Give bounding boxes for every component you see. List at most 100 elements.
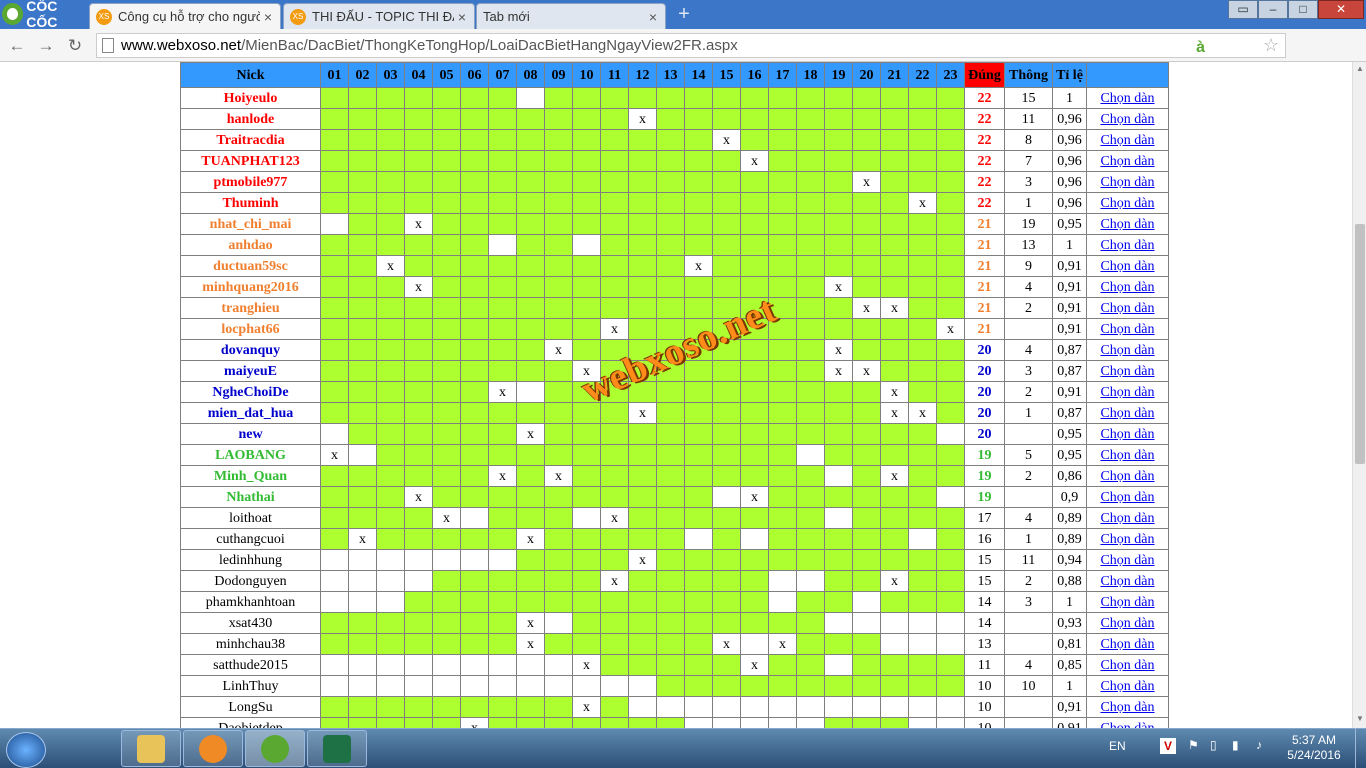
day-cell xyxy=(488,612,517,634)
chon-dan-link[interactable]: Chọn dàn xyxy=(1086,402,1169,424)
day-cell xyxy=(404,339,433,361)
tab-tools[interactable]: XS Công cụ hỗ trợ cho người × xyxy=(89,3,281,29)
back-arrow-icon[interactable]: ← xyxy=(6,35,28,57)
coccoc-translate-icon[interactable]: à xyxy=(1196,36,1205,59)
tab-new[interactable]: Tab mới × xyxy=(476,3,666,29)
day-cell xyxy=(796,465,825,487)
clock[interactable]: 5:37 AM 5/24/2016 xyxy=(1278,733,1350,763)
chon-dan-link[interactable]: Chọn dàn xyxy=(1086,339,1169,361)
chon-dan-link[interactable]: Chọn dàn xyxy=(1086,255,1169,277)
show-desktop-button[interactable] xyxy=(1355,728,1366,768)
chon-dan-link[interactable]: Chọn dàn xyxy=(1086,465,1169,487)
close-tab-icon[interactable]: × xyxy=(454,9,470,25)
chon-dan-link[interactable]: Chọn dàn xyxy=(1086,318,1169,340)
chon-dan-link[interactable]: Chọn dàn xyxy=(1086,675,1169,697)
chon-dan-link[interactable]: Chọn dàn xyxy=(1086,591,1169,613)
chon-dan-link[interactable]: Chọn dàn xyxy=(1086,717,1169,728)
chon-dan-link[interactable]: Chọn dàn xyxy=(1086,612,1169,634)
excel-icon[interactable] xyxy=(307,730,367,767)
dung-cell: 16 xyxy=(964,528,1005,550)
table-row: xsat430 x 14 0,93 Chọn dàn xyxy=(180,612,1169,634)
day-cell xyxy=(460,633,489,655)
chon-dan-link[interactable]: Chọn dàn xyxy=(1086,507,1169,529)
chon-dan-link[interactable]: Chọn dàn xyxy=(1086,108,1169,130)
day-cell xyxy=(572,192,601,214)
scrollbar-thumb[interactable] xyxy=(1355,224,1365,464)
minimize-icon[interactable]: – xyxy=(1258,0,1288,19)
close-window-icon[interactable]: ✕ xyxy=(1318,0,1364,19)
explorer-icon[interactable] xyxy=(121,730,181,767)
chon-dan-link[interactable]: Chọn dàn xyxy=(1086,423,1169,445)
day-cell xyxy=(656,108,685,130)
restore-down-icon[interactable]: ▭ xyxy=(1228,0,1258,19)
day-cell xyxy=(516,570,545,592)
close-tab-icon[interactable]: × xyxy=(645,9,661,25)
media-player-icon[interactable] xyxy=(183,730,243,767)
close-tab-icon[interactable]: × xyxy=(260,9,276,25)
day-cell xyxy=(852,654,881,676)
day-cell xyxy=(320,360,349,382)
day-cell xyxy=(432,213,461,235)
day-cell xyxy=(628,318,657,340)
language-indicator[interactable]: EN xyxy=(1109,739,1126,753)
chon-dan-link[interactable]: Chọn dàn xyxy=(1086,654,1169,676)
chon-dan-link[interactable]: Chọn dàn xyxy=(1086,528,1169,550)
day-cell xyxy=(572,507,601,529)
start-button-icon[interactable] xyxy=(6,732,46,768)
volume-icon[interactable]: ♪ xyxy=(1256,738,1262,752)
day-cell: x xyxy=(852,360,881,382)
chon-dan-link[interactable]: Chọn dàn xyxy=(1086,633,1169,655)
antivirus-icon[interactable]: V xyxy=(1160,738,1176,754)
day-cell xyxy=(460,297,489,319)
chon-dan-link[interactable]: Chọn dàn xyxy=(1086,570,1169,592)
chon-dan-link[interactable]: Chọn dàn xyxy=(1086,150,1169,172)
vertical-scrollbar[interactable]: ▲ ▼ xyxy=(1352,62,1366,728)
scroll-down-icon[interactable]: ▼ xyxy=(1353,714,1366,726)
day-cell xyxy=(796,381,825,403)
chon-dan-link[interactable]: Chọn dàn xyxy=(1086,234,1169,256)
chon-dan-link[interactable]: Chọn dàn xyxy=(1086,381,1169,403)
day-cell xyxy=(376,360,405,382)
chon-dan-link[interactable]: Chọn dàn xyxy=(1086,192,1169,214)
device-icon[interactable]: ▯ xyxy=(1210,738,1217,752)
chon-dan-link[interactable]: Chọn dàn xyxy=(1086,696,1169,718)
chon-dan-link[interactable]: Chọn dàn xyxy=(1086,87,1169,109)
day-cell xyxy=(404,444,433,466)
forward-arrow-icon[interactable]: → xyxy=(35,35,57,57)
chon-dan-link[interactable]: Chọn dàn xyxy=(1086,171,1169,193)
network-icon[interactable]: ▮ xyxy=(1232,738,1239,752)
new-tab-plus-icon[interactable]: + xyxy=(672,4,696,24)
ti-le-cell: 1 xyxy=(1052,591,1087,613)
coccoc-browser-icon[interactable] xyxy=(245,730,305,767)
day-cell xyxy=(488,549,517,571)
day-cell: x xyxy=(600,507,629,529)
day-cell xyxy=(684,444,713,466)
day-cell xyxy=(488,423,517,445)
chon-dan-link[interactable]: Chọn dàn xyxy=(1086,129,1169,151)
day-cell: x xyxy=(572,360,601,382)
table-row: anhdao 21 13 1 Chọn dàn xyxy=(180,234,1169,256)
chon-dan-link[interactable]: Chọn dàn xyxy=(1086,297,1169,319)
day-cell xyxy=(656,171,685,193)
scroll-up-icon[interactable]: ▲ xyxy=(1353,64,1366,76)
browser-logo[interactable]: CỐC CỐC xyxy=(2,0,88,30)
chon-dan-link[interactable]: Chọn dàn xyxy=(1086,276,1169,298)
thong-cell: 1 xyxy=(1004,528,1053,550)
tab-thi-dau[interactable]: XS THI ĐẤU - TOPIC THI ĐẤU× xyxy=(283,3,475,29)
reload-icon[interactable]: ↻ xyxy=(64,35,86,57)
day-cell xyxy=(796,234,825,256)
day-cell xyxy=(460,591,489,613)
chon-dan-link[interactable]: Chọn dàn xyxy=(1086,360,1169,382)
bookmark-star-icon[interactable]: ☆ xyxy=(1263,34,1279,57)
address-bar[interactable]: www.webxoso.net/MienBac/DacBiet/ThongKeT… xyxy=(96,33,1286,58)
chon-dan-link[interactable]: Chọn dàn xyxy=(1086,444,1169,466)
chon-dan-link[interactable]: Chọn dàn xyxy=(1086,549,1169,571)
maximize-icon[interactable]: □ xyxy=(1288,0,1318,19)
day-cell xyxy=(516,234,545,256)
chon-dan-link[interactable]: Chọn dàn xyxy=(1086,213,1169,235)
day-cell: x xyxy=(404,486,433,508)
day-cell xyxy=(768,108,797,130)
tray-arrow-icon[interactable]: ⚑ xyxy=(1188,738,1199,752)
chon-dan-link[interactable]: Chọn dàn xyxy=(1086,486,1169,508)
day-cell xyxy=(656,486,685,508)
